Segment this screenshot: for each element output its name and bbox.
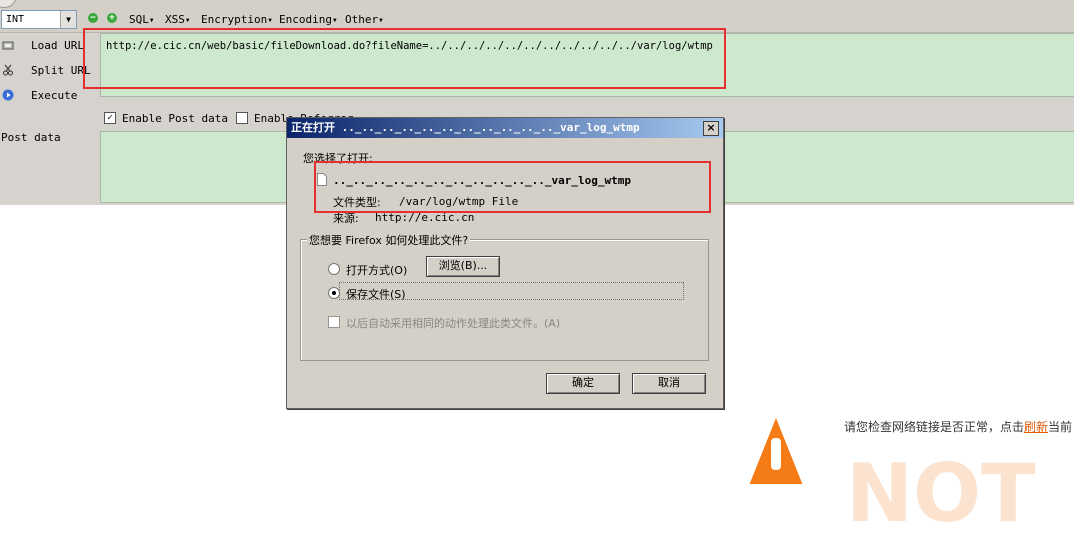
save-file-radio[interactable] [328, 287, 340, 299]
dialog-title-bar[interactable]: 正在打开 .._.._.._.._.._.._.._.._.._.._.._va… [287, 118, 723, 138]
enable-referrer-checkbox[interactable] [236, 112, 248, 124]
menu-caret-icon: ▼ [332, 16, 337, 24]
type-select[interactable]: INT ▼ [1, 10, 77, 29]
auto-action-checkbox[interactable] [328, 316, 340, 328]
close-icon[interactable]: × [703, 121, 719, 136]
menu-xss[interactable]: XSS▼ [165, 13, 190, 26]
open-with-label: 打开方式(O) [346, 264, 408, 277]
enable-post-checkbox[interactable]: ✓ [104, 112, 116, 124]
menu-caret-icon: ▼ [185, 16, 190, 24]
menu-sql-label: SQL [129, 13, 149, 26]
menu-other[interactable]: Other▼ [345, 13, 383, 26]
open-with-radio[interactable] [328, 263, 340, 275]
dialog-title: 正在打开 .._.._.._.._.._.._.._.._.._.._.._va… [291, 121, 640, 134]
auto-action-label: 以后自动采用相同的动作处理此类文件。(A) [346, 317, 561, 330]
split-url-label: Split URL [31, 64, 91, 77]
error-message-suffix: 当前 [1048, 420, 1073, 434]
load-url-icon [2, 41, 14, 50]
type-select-value: INT [6, 14, 25, 25]
menu-encryption-label: Encryption [201, 13, 268, 26]
play-icon [2, 89, 14, 101]
warning-icon [749, 418, 803, 484]
plus-icon[interactable]: + [107, 13, 117, 23]
menu-caret-icon: ▼ [268, 16, 272, 24]
post-data-label: Post data [1, 131, 61, 144]
menu-encryption[interactable]: Encryption▼ [201, 13, 272, 26]
menu-sql[interactable]: SQL▼ [129, 13, 154, 26]
save-file-label: 保存文件(S) [346, 288, 406, 301]
load-url-label: Load URL [31, 39, 84, 52]
network-error-message: 请您检查网络链接是否正常，点击刷新当前 [844, 418, 1072, 435]
error-message-text: 请您检查网络链接是否正常，点击 [844, 420, 1025, 434]
menu-caret-icon: ▼ [149, 16, 154, 24]
menu-caret-icon: ▼ [379, 16, 383, 24]
error-big-text: NOT [846, 447, 1036, 540]
refresh-link[interactable]: 刷新 [1024, 420, 1048, 434]
enable-post-label: Enable Post data [122, 112, 228, 125]
minus-icon[interactable]: − [88, 13, 98, 23]
ok-button[interactable]: 确定 [546, 373, 620, 394]
annotation-file-highlight [314, 161, 711, 213]
cancel-button[interactable]: 取消 [632, 373, 706, 394]
menu-encoding[interactable]: Encoding▼ [279, 13, 337, 26]
chevron-down-icon[interactable]: ▼ [60, 11, 76, 28]
handling-group-label: 您想要 Firefox 如何处理此文件? [307, 232, 471, 248]
scissors-icon [3, 64, 13, 76]
menu-other-label: Other [345, 13, 379, 26]
menu-encoding-label: Encoding [279, 13, 332, 26]
menu-xss-label: XSS [165, 13, 185, 26]
execute-label: Execute [31, 89, 78, 102]
annotation-url-highlight [83, 28, 726, 89]
browse-button[interactable]: 浏览(B)... [426, 256, 500, 277]
